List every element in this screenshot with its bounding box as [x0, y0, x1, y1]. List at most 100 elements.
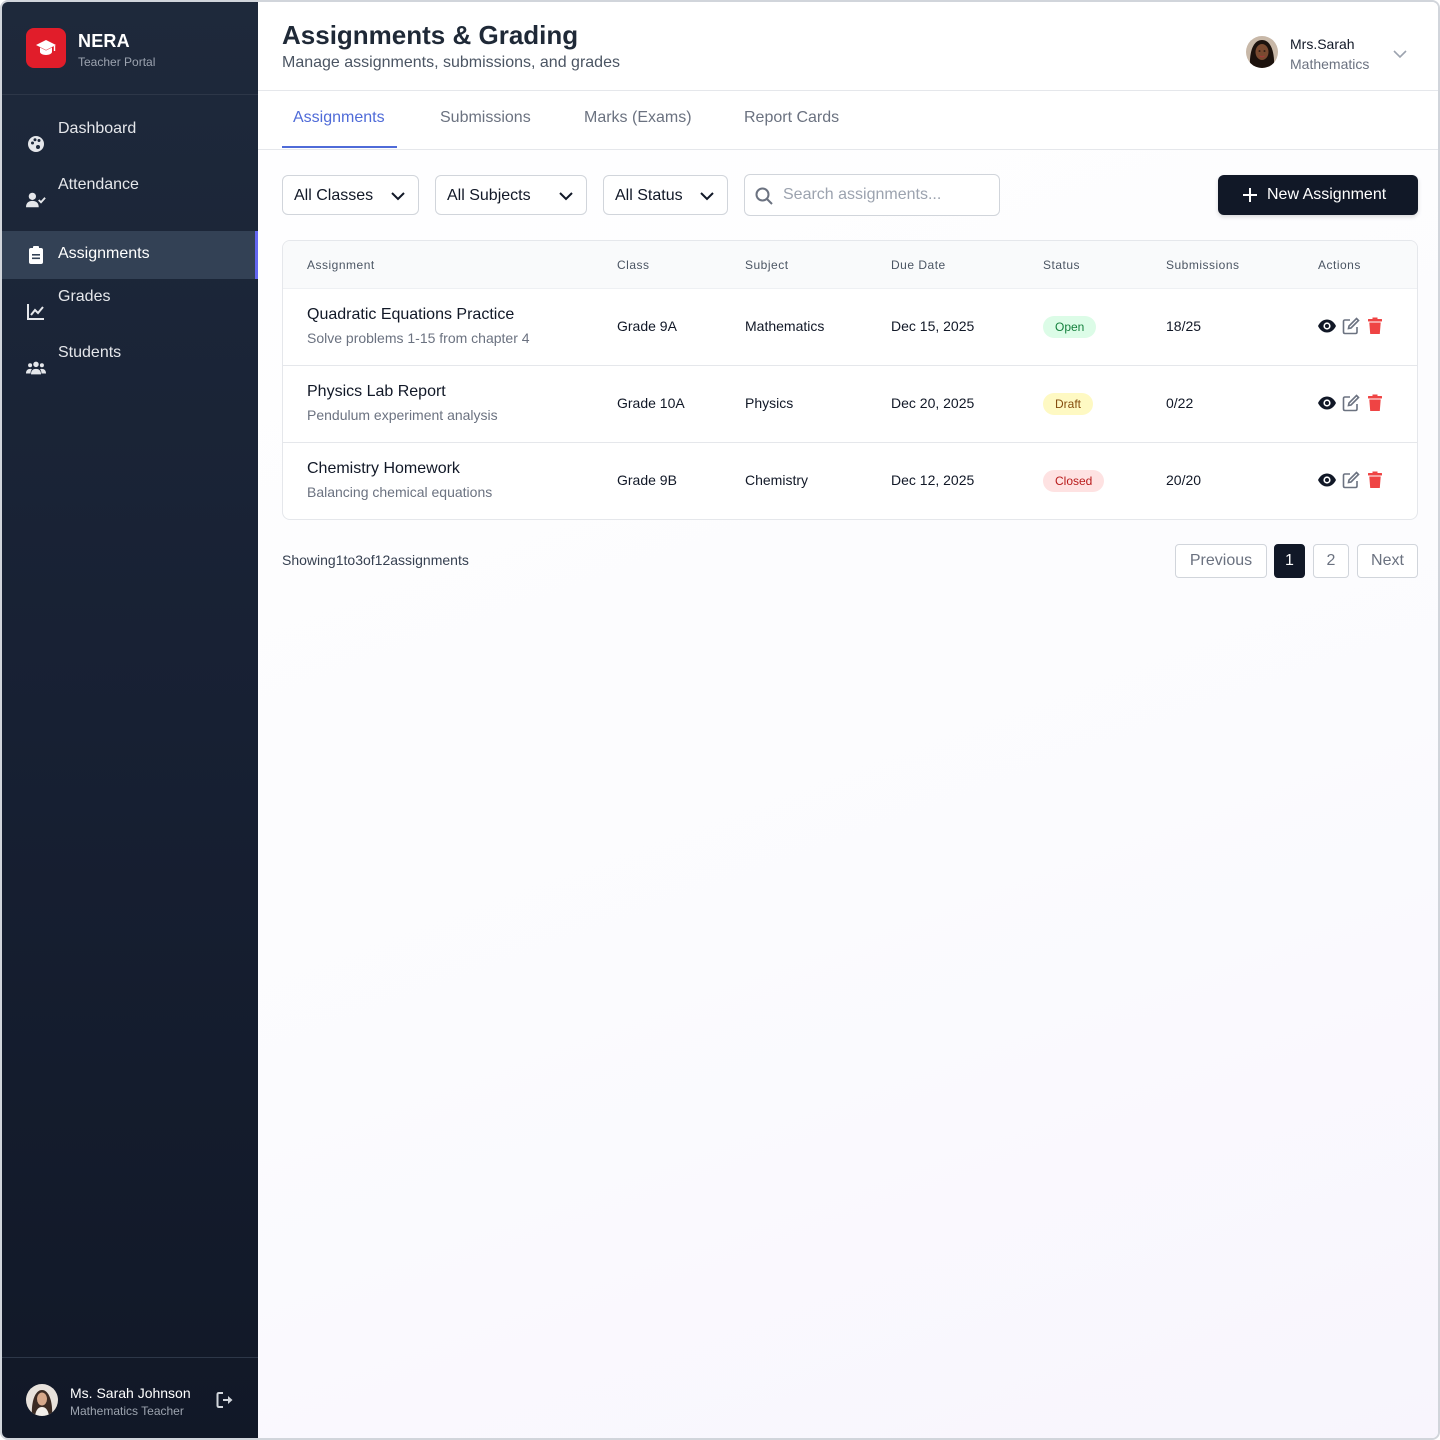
- showing-of-word: of: [362, 552, 375, 568]
- table-row[interactable]: Chemistry Homework Balancing chemical eq…: [283, 443, 1417, 519]
- submissions-cell: 20/20: [1166, 472, 1202, 488]
- user-check-icon: [26, 190, 46, 210]
- edit-icon[interactable]: [1342, 317, 1360, 335]
- brand-subtitle: Teacher Portal: [78, 55, 156, 69]
- class-filter-value: All Classes: [294, 187, 374, 204]
- tab-assignments[interactable]: Assignments: [293, 109, 385, 127]
- tab-active-indicator: [282, 146, 397, 148]
- sidebar-item-label: Dashboard: [58, 120, 137, 137]
- status-badge: Closed: [1043, 470, 1105, 492]
- trash-icon[interactable]: [1367, 471, 1385, 489]
- trash-icon[interactable]: [1367, 317, 1385, 335]
- page-title: Assignments & Grading: [282, 20, 579, 50]
- subject-cell: Physics: [745, 395, 794, 411]
- user-name: Ms. Sarah Johnson: [70, 1385, 191, 1401]
- submissions-cell: 0/22: [1166, 395, 1194, 411]
- sidebar-item-students[interactable]: Students: [2, 344, 258, 392]
- tab-marks-exams[interactable]: Marks (Exams): [584, 109, 692, 127]
- submissions-cell: 18/25: [1166, 318, 1202, 334]
- showing-to-word: to: [343, 552, 356, 568]
- sidebar-item-label: Grades: [58, 288, 111, 305]
- chevron-down-icon: [558, 188, 574, 204]
- search-icon: [755, 187, 773, 205]
- view-icon[interactable]: [1317, 394, 1336, 412]
- tab-bar: Assignments Submissions Marks (Exams) Re…: [258, 91, 1438, 150]
- assignment-desc: Pendulum experiment analysis: [307, 407, 498, 423]
- profile-department: Mathematics: [1290, 56, 1370, 72]
- sidebar-item-label: Assignments: [58, 245, 150, 262]
- table-header: Assignment Class Subject Due Date Status…: [283, 241, 1417, 289]
- edit-icon[interactable]: [1342, 471, 1360, 489]
- sidebar-item-grades[interactable]: Grades: [2, 288, 258, 336]
- chevron-down-icon: [1392, 46, 1408, 62]
- showing-from: 1: [335, 552, 344, 568]
- sidebar: NERA Teacher Portal Dashboard Attendance…: [2, 2, 258, 1438]
- sidebar-user: Ms. Sarah Johnson Mathematics Teacher: [2, 1357, 258, 1438]
- class-cell: Grade 9A: [617, 318, 677, 334]
- view-icon[interactable]: [1317, 471, 1336, 489]
- status-filter[interactable]: All Status: [603, 175, 728, 215]
- table-row[interactable]: Physics Lab Report Pendulum experiment a…: [283, 366, 1417, 443]
- next-page-button[interactable]: Next: [1357, 544, 1418, 578]
- search-input[interactable]: [783, 183, 993, 207]
- avatar: [1246, 36, 1278, 68]
- brand: NERA Teacher Portal: [2, 2, 258, 95]
- chart-line-icon: [26, 302, 46, 322]
- users-icon: [26, 358, 46, 378]
- trash-icon[interactable]: [1367, 394, 1385, 412]
- column-header: Subject: [745, 258, 789, 272]
- user-role: Mathematics Teacher: [70, 1404, 184, 1418]
- tab-report-cards[interactable]: Report Cards: [744, 109, 839, 127]
- graduation-cap-icon: [26, 28, 66, 68]
- tab-submissions[interactable]: Submissions: [440, 109, 531, 127]
- status-filter-value: All Status: [615, 187, 683, 204]
- new-assignment-label: New Assignment: [1267, 186, 1387, 203]
- column-header: Actions: [1318, 258, 1361, 272]
- new-assignment-button[interactable]: New Assignment: [1218, 175, 1418, 215]
- subject-cell: Chemistry: [745, 472, 809, 488]
- sidebar-item-assignments[interactable]: Assignments: [2, 231, 258, 279]
- class-cell: Grade 10A: [617, 395, 685, 411]
- column-header: Submissions: [1166, 258, 1240, 272]
- chevron-down-icon: [390, 188, 406, 204]
- due-date-cell: Dec 20, 2025: [891, 395, 975, 411]
- plus-icon: [1242, 187, 1258, 203]
- chevron-down-icon: [699, 188, 715, 204]
- assignments-table: Assignment Class Subject Due Date Status…: [282, 240, 1418, 520]
- avatar[interactable]: [26, 1384, 58, 1416]
- status-badge: Draft: [1043, 393, 1094, 415]
- profile-menu[interactable]: Mrs.Sarah Mathematics: [1246, 36, 1426, 76]
- sidebar-item-attendance[interactable]: Attendance: [2, 176, 258, 224]
- subject-filter-value: All Subjects: [447, 187, 531, 204]
- class-cell: Grade 9B: [617, 472, 677, 488]
- logout-icon[interactable]: [216, 1391, 236, 1409]
- assignment-title: Quadratic Equations Practice: [307, 306, 515, 323]
- profile-name: Mrs.Sarah: [1290, 36, 1355, 52]
- app-window: NERA Teacher Portal Dashboard Attendance…: [0, 0, 1440, 1440]
- class-filter[interactable]: All Classes: [282, 175, 419, 215]
- page-2-button[interactable]: 2: [1313, 544, 1349, 578]
- previous-page-button[interactable]: Previous: [1175, 544, 1267, 578]
- edit-icon[interactable]: [1342, 394, 1360, 412]
- showing-suffix: assignments: [390, 552, 469, 568]
- showing-prefix: Showing: [282, 552, 336, 568]
- showing-total: 12: [374, 552, 391, 568]
- table-row[interactable]: Quadratic Equations Practice Solve probl…: [283, 289, 1417, 366]
- assignment-title: Physics Lab Report: [307, 383, 446, 400]
- subject-cell: Mathematics: [745, 318, 825, 334]
- pagination-summary: Showing1to3of12assignments: [282, 552, 469, 568]
- assignment-desc: Balancing chemical equations: [307, 484, 493, 500]
- subject-filter[interactable]: All Subjects: [435, 175, 587, 215]
- sidebar-item-label: Students: [58, 344, 122, 361]
- brand-name: NERA: [78, 31, 130, 51]
- clipboard-icon: [26, 245, 46, 265]
- page-header: Assignments & Grading Manage assignments…: [258, 2, 1438, 91]
- due-date-cell: Dec 12, 2025: [891, 472, 975, 488]
- assignment-desc: Solve problems 1-15 from chapter 4: [307, 330, 530, 346]
- due-date-cell: Dec 15, 2025: [891, 318, 975, 334]
- palette-icon: [26, 134, 46, 154]
- column-header: Due Date: [891, 258, 946, 272]
- sidebar-item-dashboard[interactable]: Dashboard: [2, 120, 258, 168]
- view-icon[interactable]: [1317, 317, 1336, 335]
- page-1-button[interactable]: 1: [1274, 544, 1305, 578]
